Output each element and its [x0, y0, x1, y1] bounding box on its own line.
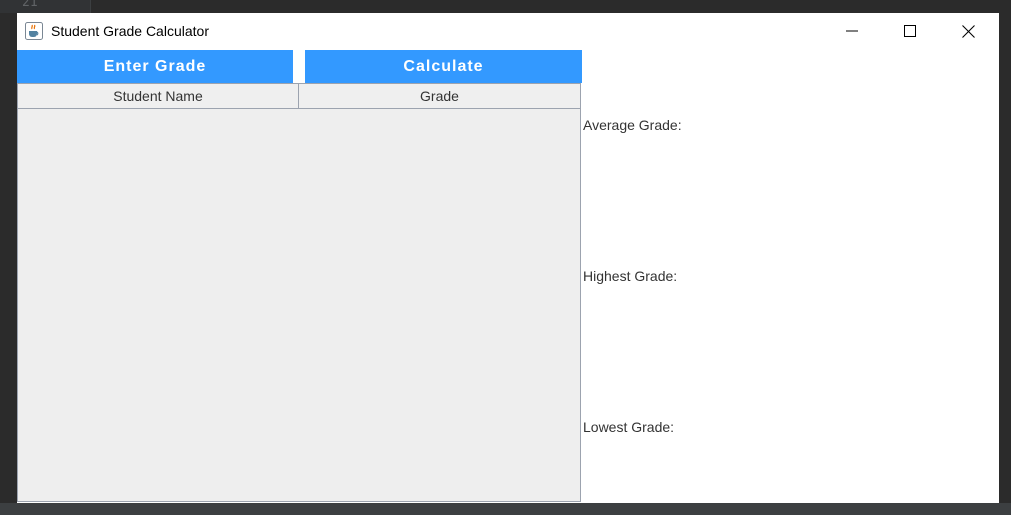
- app-window: Student Grade Calculator Enter Grade Cal…: [17, 13, 999, 503]
- title-bar[interactable]: Student Grade Calculator: [17, 13, 999, 50]
- minimize-button[interactable]: [823, 13, 881, 49]
- maximize-icon: [904, 25, 916, 37]
- column-header-student-name[interactable]: Student Name: [18, 84, 299, 109]
- lowest-grade-label: Lowest Grade:: [583, 419, 675, 435]
- java-cup-icon: [25, 22, 43, 40]
- window-title: Student Grade Calculator: [51, 23, 209, 39]
- ide-background-strip: [999, 13, 1011, 503]
- ide-gutter-separator: [90, 0, 91, 13]
- calculate-button[interactable]: Calculate: [305, 50, 582, 83]
- maximize-button[interactable]: [881, 13, 939, 49]
- ide-gutter: 21: [0, 0, 90, 13]
- highest-grade-label: Highest Grade:: [583, 268, 678, 284]
- table-body[interactable]: [18, 109, 580, 501]
- ide-line-number: 21: [22, 0, 38, 10]
- minimize-icon: [846, 30, 858, 32]
- table-header: Student Name Grade: [18, 84, 580, 109]
- grades-table[interactable]: Student Name Grade: [17, 83, 581, 502]
- enter-grade-button[interactable]: Enter Grade: [17, 50, 293, 83]
- average-grade-label: Average Grade:: [583, 117, 682, 133]
- close-icon: [961, 24, 975, 38]
- close-button[interactable]: [939, 13, 997, 49]
- column-header-grade[interactable]: Grade: [299, 84, 580, 109]
- ide-status-bar: [0, 503, 1011, 515]
